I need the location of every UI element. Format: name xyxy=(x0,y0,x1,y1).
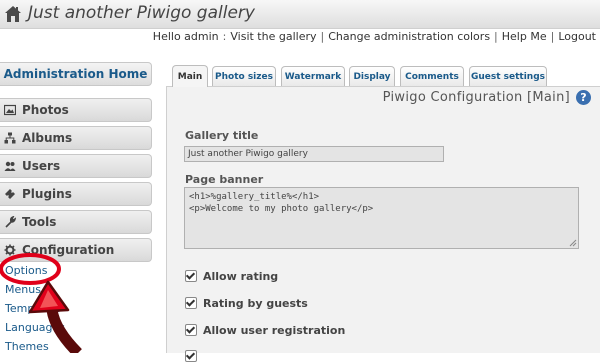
sidebar-section-photos[interactable]: Photos xyxy=(0,98,152,122)
tab-watermark[interactable]: Watermark xyxy=(281,66,345,86)
user-links-bar: Hello admin: Visit the gallery | Change adm… xyxy=(152,30,596,43)
gallery-title: Just another Piwigo gallery xyxy=(28,3,255,23)
sidebar-section-label: Configuration xyxy=(22,243,115,257)
allow-user-registration-checkbox[interactable] xyxy=(185,324,197,336)
allow-user-registration-option[interactable]: Allow user registration xyxy=(185,323,345,337)
resize-grip-icon[interactable] xyxy=(569,239,577,247)
tools-icon xyxy=(4,216,16,228)
page-banner-line: <p>Welcome to my photo gallery</p> xyxy=(189,204,374,214)
photos-icon xyxy=(4,104,16,116)
change-colors-link[interactable]: Change administration colors xyxy=(328,30,490,43)
sidebar-section-label: Plugins xyxy=(22,187,72,201)
administration-home-button[interactable]: Administration Home xyxy=(0,62,152,86)
top-header: Just another Piwigo gallery xyxy=(0,0,600,29)
gallery-title-input[interactable]: Just another Piwigo gallery xyxy=(184,146,444,162)
sidebar-section-users[interactable]: Users xyxy=(0,154,152,178)
logout-link[interactable]: Logout xyxy=(558,30,596,43)
sidebar-section-label: Albums xyxy=(22,131,73,145)
users-icon xyxy=(4,160,16,172)
page-banner-label: Page banner xyxy=(185,173,264,186)
tab-comments[interactable]: Comments xyxy=(400,66,464,86)
tab-photo-sizes[interactable]: Photo sizes xyxy=(212,66,276,86)
home-icon[interactable] xyxy=(4,5,22,23)
hello-text: Hello admin xyxy=(152,30,219,43)
sidebar-section-label: Tools xyxy=(22,215,57,229)
rating-by-guests-checkbox[interactable] xyxy=(185,297,197,309)
sidebar-item-menus[interactable]: Menus xyxy=(0,279,151,299)
sidebar-section-albums[interactable]: Albums xyxy=(0,126,152,150)
sidebar-section-configuration[interactable]: Configuration xyxy=(0,238,152,262)
next-option-checkbox[interactable] xyxy=(185,350,197,362)
next-option-partial[interactable] xyxy=(185,349,203,363)
page-banner-textarea[interactable]: <h1>%gallery_title%</h1> <p>Welcome to m… xyxy=(184,187,579,249)
page-title: Piwigo Configuration [Main] xyxy=(382,90,570,105)
tab-display[interactable]: Display xyxy=(349,66,395,86)
page-banner-line: <h1>%gallery_title%</h1> xyxy=(189,192,320,202)
help-icon[interactable]: ? xyxy=(576,90,591,105)
sidebar-section-tools[interactable]: Tools xyxy=(0,210,152,234)
help-link[interactable]: Help Me xyxy=(502,30,547,43)
tab-guest-settings[interactable]: Guest settings xyxy=(469,66,547,86)
plugins-icon xyxy=(4,188,16,200)
sidebar-item-options[interactable]: Options xyxy=(0,260,151,280)
rating-by-guests-option[interactable]: Rating by guests xyxy=(185,296,308,310)
checkbox-label: Allow user registration xyxy=(203,323,346,337)
checkbox-label: Rating by guests xyxy=(203,296,308,310)
allow-rating-option[interactable]: Allow rating xyxy=(185,269,278,283)
checkbox-label: Allow rating xyxy=(203,269,279,283)
tab-main[interactable]: Main xyxy=(172,65,208,87)
sidebar-item-themes[interactable]: Themes xyxy=(0,336,151,356)
visit-gallery-link[interactable]: Visit the gallery xyxy=(230,30,316,43)
gallery-title-label: Gallery title xyxy=(185,129,259,142)
gear-icon xyxy=(4,244,16,256)
sidebar-section-label: Users xyxy=(22,159,61,173)
sidebar-item-languages[interactable]: Languages xyxy=(0,317,151,337)
sidebar-section-label: Photos xyxy=(22,103,69,117)
allow-rating-checkbox[interactable] xyxy=(185,270,197,282)
sidebar-item-templates[interactable]: Templates xyxy=(0,298,151,318)
albums-icon xyxy=(4,132,16,144)
sidebar-section-plugins[interactable]: Plugins xyxy=(0,182,152,206)
